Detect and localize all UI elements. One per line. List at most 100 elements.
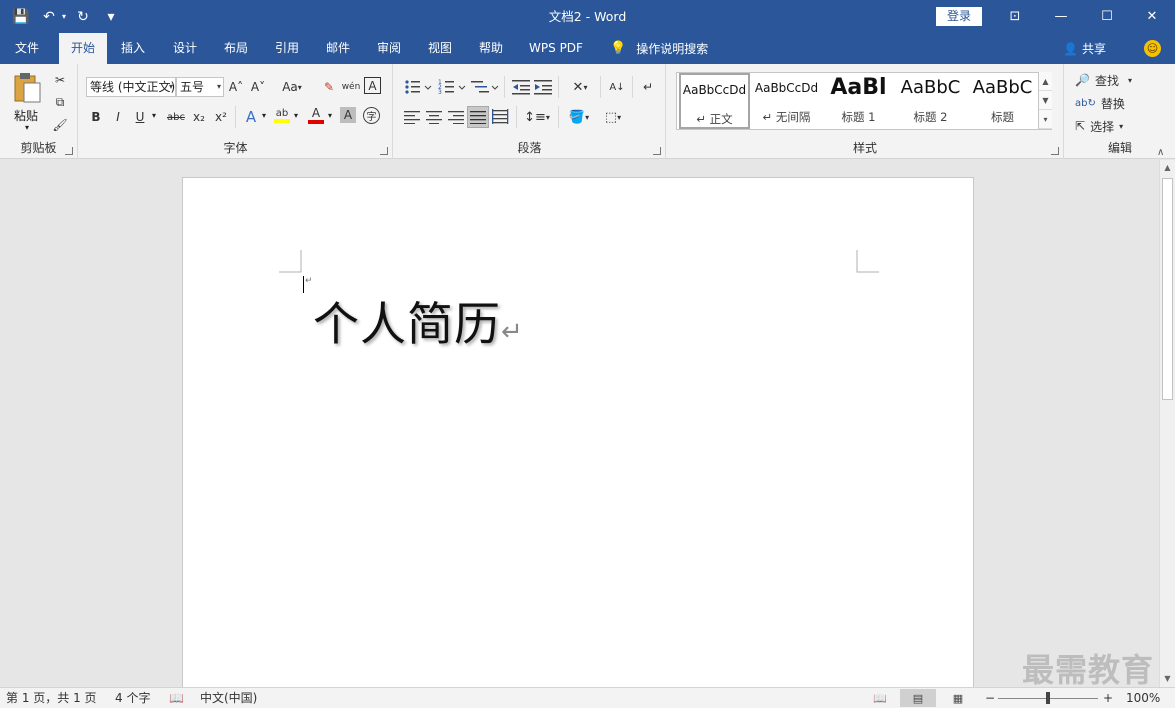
align-right-icon[interactable]: [448, 110, 466, 124]
character-shading-icon[interactable]: A: [340, 107, 356, 123]
styles-launcher-icon[interactable]: [1051, 147, 1059, 155]
enclose-characters-icon[interactable]: 字: [363, 107, 380, 124]
save-icon[interactable]: 💾: [10, 6, 32, 28]
gallery-scroll-down-icon[interactable]: ▼: [1039, 91, 1052, 110]
tab-review[interactable]: 审阅: [368, 33, 410, 64]
tab-help[interactable]: 帮助: [470, 33, 512, 64]
cut-icon[interactable]: ✂: [50, 70, 70, 90]
tab-layout[interactable]: 布局: [215, 33, 257, 64]
subscript-icon[interactable]: x₂: [189, 107, 209, 127]
tab-design[interactable]: 设计: [164, 33, 206, 64]
font-color-icon[interactable]: A: [306, 105, 326, 125]
restore-icon[interactable]: ☐: [1084, 0, 1130, 33]
web-layout-icon[interactable]: ▦: [940, 689, 976, 707]
shading-icon[interactable]: 🪣 ▾: [564, 107, 594, 127]
close-icon[interactable]: ✕: [1129, 0, 1175, 33]
page-count[interactable]: 第 1 页，共 1 页: [6, 688, 97, 708]
zoom-level[interactable]: 100%: [1126, 688, 1160, 708]
find-button[interactable]: 🔎 查找 ▾: [1075, 70, 1132, 90]
font-launcher-icon[interactable]: [380, 147, 388, 155]
select-button[interactable]: ⇱ 选择 ▾: [1075, 116, 1123, 136]
replace-button[interactable]: ab↻ 替换: [1075, 93, 1125, 113]
italic-icon[interactable]: I: [108, 107, 128, 127]
share-button[interactable]: 👤 共享: [1063, 33, 1106, 64]
login-button[interactable]: 登录: [936, 7, 982, 26]
paste-button[interactable]: 粘贴 ▾: [8, 70, 46, 134]
text-effects-dropdown-icon[interactable]: ▾: [262, 111, 266, 120]
read-mode-icon[interactable]: 📖: [862, 689, 898, 707]
tab-insert[interactable]: 插入: [112, 33, 154, 64]
clear-formatting-icon[interactable]: ✎: [319, 77, 339, 97]
tell-me-search[interactable]: 💡 操作说明搜索: [610, 33, 708, 64]
document-heading[interactable]: 个人简历↵: [313, 288, 524, 354]
ribbon-display-options-icon[interactable]: ⊡: [992, 0, 1038, 33]
scroll-up-icon[interactable]: ▲: [1160, 160, 1175, 176]
text-effects-icon[interactable]: A: [241, 107, 261, 127]
character-border-icon[interactable]: A: [364, 77, 381, 94]
decrease-indent-icon[interactable]: [512, 78, 532, 96]
tab-file[interactable]: 文件: [6, 33, 48, 64]
style-no-spacing[interactable]: AaBbCcDd ↵ 无间隔: [751, 73, 822, 129]
align-left-icon[interactable]: [404, 110, 422, 124]
document-page[interactable]: ↵ 个人简历↵: [182, 177, 974, 687]
align-center-icon[interactable]: [426, 110, 444, 124]
format-painter-icon[interactable]: 🖌: [50, 115, 70, 135]
bullets-icon[interactable]: [404, 78, 432, 96]
copy-icon[interactable]: ⧉: [50, 92, 70, 112]
distributed-icon[interactable]: [492, 109, 510, 125]
numbering-icon[interactable]: 1 2 3: [438, 78, 466, 96]
change-case-icon[interactable]: Aa ▾: [277, 77, 307, 97]
collapse-ribbon-icon[interactable]: ∧: [1157, 147, 1164, 158]
increase-indent-icon[interactable]: [534, 78, 554, 96]
tab-mailings[interactable]: 邮件: [317, 33, 359, 64]
superscript-icon[interactable]: x²: [211, 107, 231, 127]
underline-icon[interactable]: U: [130, 107, 150, 127]
redo-icon[interactable]: ↻: [72, 6, 94, 28]
gallery-scroll-up-icon[interactable]: ▲: [1039, 72, 1052, 91]
proofing-icon[interactable]: 📖: [169, 688, 184, 708]
phonetic-guide-icon[interactable]: wén: [341, 77, 361, 97]
show-hide-marks-icon[interactable]: ↵: [638, 77, 658, 97]
multilevel-list-icon[interactable]: [471, 78, 499, 96]
clipboard-launcher-icon[interactable]: [65, 147, 73, 155]
minimize-icon[interactable]: —: [1038, 0, 1084, 33]
underline-dropdown-icon[interactable]: ▾: [152, 111, 156, 120]
language-indicator[interactable]: 中文(中国): [200, 688, 257, 708]
sort-icon[interactable]: A↓: [607, 77, 627, 97]
bold-icon[interactable]: B: [86, 107, 106, 127]
font-name-dropdown[interactable]: 等线 (中文正文) ▾: [86, 77, 176, 97]
tab-wps-pdf[interactable]: WPS PDF: [524, 33, 588, 64]
strikethrough-icon[interactable]: abc: [163, 107, 189, 127]
highlight-icon[interactable]: ab: [272, 105, 292, 125]
vertical-scrollbar[interactable]: ▲ ▼: [1159, 160, 1175, 687]
style-heading-2[interactable]: AaBbC 标题 2: [895, 73, 966, 129]
tab-view[interactable]: 视图: [419, 33, 461, 64]
justify-button[interactable]: [467, 106, 489, 128]
grow-font-icon[interactable]: A˄: [226, 77, 246, 97]
tab-references[interactable]: 引用: [266, 33, 308, 64]
undo-dropdown-icon[interactable]: ▾: [62, 12, 66, 21]
asian-layout-icon[interactable]: ✕ ▾: [565, 77, 595, 97]
tab-home[interactable]: 开始: [59, 33, 107, 64]
print-layout-icon[interactable]: ▤: [900, 689, 936, 707]
paragraph-launcher-icon[interactable]: [653, 147, 661, 155]
zoom-slider-thumb[interactable]: [1046, 692, 1050, 704]
line-spacing-icon[interactable]: ↕≡ ▾: [522, 107, 552, 127]
scroll-thumb[interactable]: [1162, 178, 1173, 400]
word-count[interactable]: 4 个字: [115, 688, 150, 708]
style-heading-1[interactable]: AaBl 标题 1: [823, 73, 894, 129]
scroll-down-icon[interactable]: ▼: [1160, 671, 1175, 687]
smiley-feedback-icon[interactable]: ☺: [1144, 40, 1161, 57]
shrink-font-icon[interactable]: A˅: [248, 77, 268, 97]
font-color-dropdown-icon[interactable]: ▾: [328, 111, 332, 120]
font-size-dropdown[interactable]: 五号 ▾: [176, 77, 224, 97]
gallery-more-icon[interactable]: ▾: [1039, 110, 1052, 129]
undo-icon[interactable]: ↶: [38, 6, 60, 28]
customize-qat-icon[interactable]: ▾: [100, 6, 122, 28]
style-title[interactable]: AaBbC 标题: [967, 73, 1038, 129]
zoom-in-icon[interactable]: +: [1103, 688, 1113, 708]
style-normal[interactable]: AaBbCcDd ↵ 正文: [679, 73, 750, 129]
highlight-dropdown-icon[interactable]: ▾: [294, 111, 298, 120]
zoom-out-icon[interactable]: −: [985, 688, 995, 708]
borders-icon[interactable]: ⬚ ▾: [598, 107, 628, 127]
